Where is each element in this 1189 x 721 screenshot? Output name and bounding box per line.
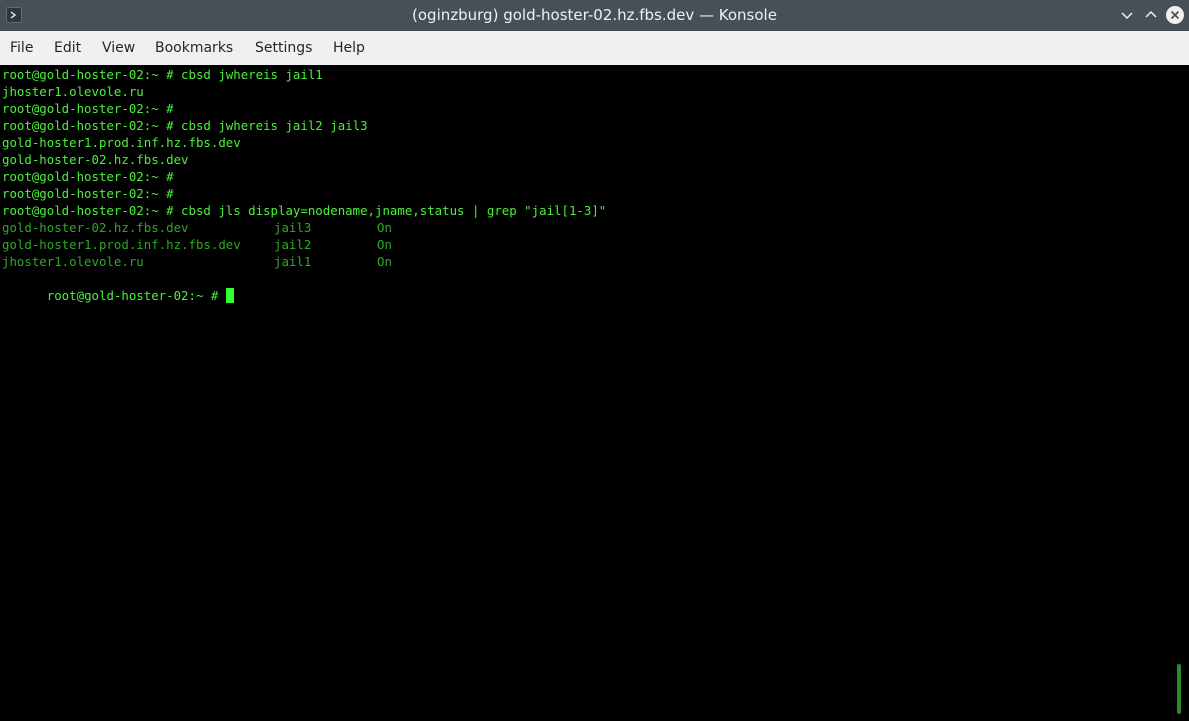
terminal-prompt: root@gold-hoster-02:~ # xyxy=(46,288,226,303)
terminal-line: root@gold-hoster-02:~ # cbsd jls display… xyxy=(2,203,607,218)
table-cell-nodename: gold-hoster1.prod.inf.hz.fbs.dev xyxy=(2,237,241,252)
konsole-window: (oginzburg) gold-hoster-02.hz.fbs.dev — … xyxy=(0,0,1189,721)
scrollbar-thumb[interactable] xyxy=(1177,664,1181,714)
terminal-area[interactable]: root@gold-hoster-02:~ # cbsd jwhereis ja… xyxy=(0,65,1189,721)
terminal-line: root@gold-hoster-02:~ # cbsd jwhereis ja… xyxy=(2,118,368,133)
menu-edit[interactable]: Edit xyxy=(54,40,81,56)
terminal-line: root@gold-hoster-02:~ # cbsd jwhereis ja… xyxy=(2,67,323,82)
table-cell-nodename: gold-hoster-02.hz.fbs.dev xyxy=(2,220,189,235)
terminal-line: root@gold-hoster-02:~ # xyxy=(2,186,174,201)
table-row: gold-hoster1.prod.inf.hz.fbs.dev jail2 O… xyxy=(2,236,422,253)
table-cell-jname: jail3 xyxy=(274,220,312,235)
table-cell-status: On xyxy=(377,237,392,252)
terminal-line: jhoster1.olevole.ru xyxy=(2,84,144,99)
terminal-prompt-line[interactable]: root@gold-hoster-02:~ # xyxy=(2,270,234,303)
menu-settings[interactable]: Settings xyxy=(255,40,312,56)
window-title: (oginzburg) gold-hoster-02.hz.fbs.dev — … xyxy=(412,6,777,24)
table-cell-nodename: jhoster1.olevole.ru xyxy=(2,254,144,269)
close-icon[interactable] xyxy=(1166,6,1184,24)
text-cursor xyxy=(225,288,234,303)
terminal-line: root@gold-hoster-02:~ # xyxy=(2,169,174,184)
menu-bar: File Edit View Bookmarks Settings Help xyxy=(0,31,1189,65)
table-cell-jname: jail2 xyxy=(274,237,312,252)
menu-file[interactable]: File xyxy=(10,40,33,56)
menu-view[interactable]: View xyxy=(102,40,135,56)
table-cell-status: On xyxy=(377,254,392,269)
title-bar[interactable]: (oginzburg) gold-hoster-02.hz.fbs.dev — … xyxy=(0,0,1189,31)
maximize-chevron-icon[interactable] xyxy=(1142,6,1160,24)
table-cell-status: On xyxy=(377,220,392,235)
terminal-line: gold-hoster1.prod.inf.hz.fbs.dev xyxy=(2,135,241,150)
table-cell-jname: jail1 xyxy=(274,254,312,269)
table-row: gold-hoster-02.hz.fbs.dev jail3 On xyxy=(2,219,422,236)
terminal-line: root@gold-hoster-02:~ # xyxy=(2,101,174,116)
terminal-line: gold-hoster-02.hz.fbs.dev xyxy=(2,152,189,167)
table-row: jhoster1.olevole.ru jail1 On xyxy=(2,253,422,270)
minimize-chevron-icon[interactable] xyxy=(1118,6,1136,24)
menu-bookmarks[interactable]: Bookmarks xyxy=(155,40,233,56)
menu-help[interactable]: Help xyxy=(333,40,365,56)
